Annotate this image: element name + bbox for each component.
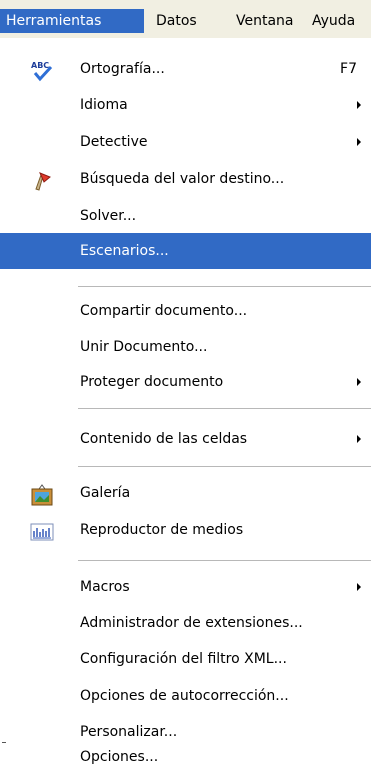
- spellcheck-icon: ABC: [30, 59, 53, 82]
- menu-item-label: Opciones de autocorrección...: [80, 688, 289, 704]
- menu-item-label: Proteger documento: [80, 374, 224, 390]
- submenu-arrow-icon: [357, 378, 361, 386]
- gallery-icon: [30, 483, 53, 506]
- menu-item-reproductor-medios[interactable]: Reproductor de medios: [0, 512, 371, 548]
- menu-ayuda[interactable]: Ayuda: [306, 9, 361, 33]
- menu-datos[interactable]: Datos: [150, 9, 203, 33]
- menu-bar: Herramientas Datos Ventana Ayuda: [0, 0, 371, 39]
- submenu-arrow-icon: [357, 583, 361, 591]
- menu-item-contenido-celdas[interactable]: Contenido de las celdas: [0, 421, 371, 457]
- menu-item-opciones-autocorreccion[interactable]: Opciones de autocorrección...: [0, 678, 371, 714]
- menu-item-label: Configuración del filtro XML...: [80, 651, 287, 667]
- shortcut-label: F7: [340, 61, 357, 77]
- menu-item-label: Ortografía...: [80, 61, 165, 77]
- menu-item-label: Galería: [80, 485, 131, 501]
- menu-item-label: Búsqueda del valor destino...: [80, 171, 285, 187]
- menu-separator: [78, 560, 371, 561]
- submenu-arrow-icon: [357, 101, 361, 109]
- menu-item-configuracion-filtro-xml[interactable]: Configuración del filtro XML...: [0, 641, 371, 677]
- submenu-arrow-icon: [357, 138, 361, 146]
- menu-item-administrador-extensiones[interactable]: Administrador de extensiones...: [0, 605, 371, 641]
- menu-separator: [78, 286, 371, 287]
- submenu-arrow-icon: [357, 435, 361, 443]
- menu-item-label: Contenido de las celdas: [80, 431, 248, 447]
- herramientas-dropdown: ABC Ortografía... F7 Idioma Detective Bú…: [0, 38, 371, 775]
- media-player-icon: [30, 520, 54, 542]
- menu-item-label: Reproductor de medios: [80, 522, 244, 538]
- menu-herramientas[interactable]: Herramientas: [0, 9, 144, 33]
- menu-item-label: Escenarios...: [80, 243, 169, 259]
- edge-tick: [2, 742, 6, 743]
- menu-item-opciones[interactable]: Opciones...: [0, 739, 371, 775]
- menu-item-label: Macros: [80, 579, 130, 595]
- menu-item-label: Unir Documento...: [80, 339, 208, 355]
- menu-item-ortografia[interactable]: ABC Ortografía... F7: [0, 51, 371, 87]
- menu-separator: [78, 466, 371, 467]
- menu-separator: [78, 408, 371, 409]
- menu-item-galeria[interactable]: Galería: [0, 475, 371, 511]
- menu-item-busqueda-valor-destino[interactable]: Búsqueda del valor destino...: [0, 161, 371, 197]
- svg-text:ABC: ABC: [31, 61, 49, 70]
- menu-item-label: Administrador de extensiones...: [80, 615, 303, 631]
- menu-item-idioma[interactable]: Idioma: [0, 87, 371, 123]
- menu-item-compartir-documento[interactable]: Compartir documento...: [0, 293, 371, 329]
- menu-item-label: Idioma: [80, 97, 128, 113]
- menu-item-label: Opciones...: [80, 749, 159, 765]
- menu-item-label: Detective: [80, 134, 148, 150]
- menu-item-solver[interactable]: Solver...: [0, 198, 371, 234]
- menu-ventana[interactable]: Ventana: [230, 9, 300, 33]
- menu-item-label: Solver...: [80, 208, 137, 224]
- menu-item-escenarios[interactable]: Escenarios...: [0, 233, 371, 269]
- menu-item-detective[interactable]: Detective: [0, 124, 371, 160]
- menu-item-macros[interactable]: Macros: [0, 569, 371, 605]
- goal-seek-icon: [30, 169, 52, 191]
- menu-item-proteger-documento[interactable]: Proteger documento: [0, 364, 371, 400]
- menu-item-unir-documento[interactable]: Unir Documento...: [0, 329, 371, 365]
- menu-item-label: Compartir documento...: [80, 303, 248, 319]
